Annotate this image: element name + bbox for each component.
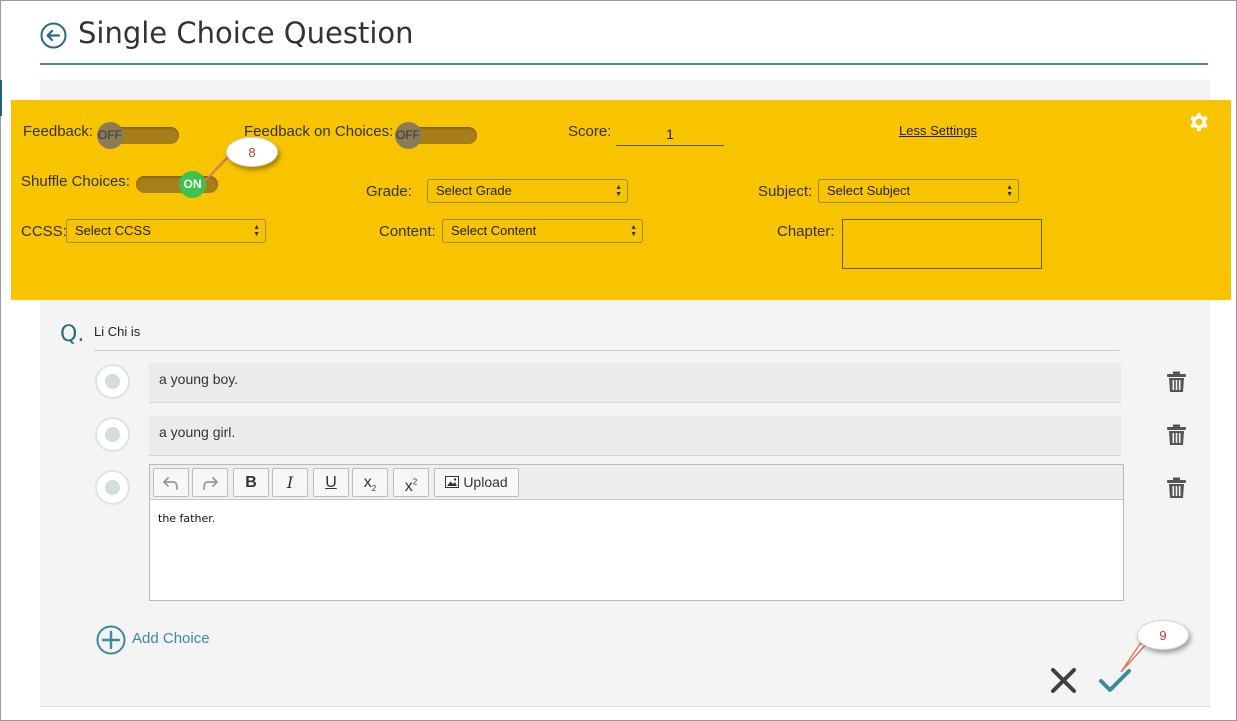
bold-button[interactable]: B — [233, 468, 269, 497]
content-select[interactable]: Select Content ▲ ▼ — [442, 219, 643, 243]
superscript-icon: x2 — [404, 478, 418, 496]
italic-button[interactable]: I — [272, 468, 308, 497]
choice-radio-2[interactable] — [95, 417, 130, 452]
ccss-select[interactable]: Select CCSS ▲ ▼ — [66, 219, 266, 243]
upload-label: Upload — [463, 474, 508, 490]
ccss-label: CCSS: — [21, 223, 67, 240]
choice-label-2: a young girl. — [159, 424, 236, 440]
image-icon — [445, 476, 460, 488]
trash-icon[interactable] — [1166, 371, 1187, 393]
less-settings-link[interactable]: Less Settings — [899, 123, 977, 138]
trash-icon[interactable] — [1166, 424, 1187, 446]
choice-radio-1[interactable] — [95, 364, 130, 399]
feedback-toggle[interactable]: OFF — [97, 122, 179, 149]
underline-button[interactable]: U — [313, 468, 349, 497]
redo-button[interactable] — [192, 468, 228, 497]
subscript-icon: x2 — [363, 474, 377, 494]
choice-text-1[interactable]: a young boy. — [149, 363, 1121, 403]
score-input[interactable] — [616, 122, 724, 146]
bold-icon: B — [245, 474, 257, 491]
grade-label: Grade: — [366, 183, 412, 200]
updown-arrows-icon: ▲ ▼ — [1006, 184, 1013, 198]
question-marker: Q. — [60, 322, 85, 347]
chapter-label: Chapter: — [777, 223, 835, 240]
question-divider — [94, 350, 1119, 351]
choice-label-1: a young boy. — [159, 371, 239, 387]
undo-button[interactable] — [153, 468, 189, 497]
undo-icon — [163, 477, 178, 490]
feedback-on-choices-toggle-state: OFF — [395, 122, 422, 149]
feedback-on-choices-label: Feedback on Choices: — [244, 123, 394, 140]
plus-circle-icon[interactable] — [96, 625, 126, 655]
feedback-on-choices-toggle[interactable]: OFF — [395, 122, 477, 149]
question-text[interactable]: Li Chi is — [94, 324, 140, 339]
content-label: Content: — [379, 223, 436, 240]
chapter-input[interactable] — [842, 219, 1042, 269]
editor-text[interactable]: the father. — [158, 512, 215, 525]
choice-text-2[interactable]: a young girl. — [149, 416, 1121, 456]
shuffle-choices-label: Shuffle Choices: — [21, 173, 130, 190]
updown-arrows-icon: ▲ ▼ — [253, 224, 260, 238]
upload-button[interactable]: Upload — [434, 468, 519, 497]
choice-radio-3[interactable] — [95, 470, 130, 505]
add-choice-button[interactable]: Add Choice — [132, 630, 210, 647]
underline-icon: U — [325, 474, 337, 491]
subject-label: Subject: — [758, 183, 813, 200]
callout-badge-8: 8 — [226, 137, 278, 167]
page-title: Single Choice Question — [78, 16, 414, 50]
back-arrow-icon[interactable] — [40, 22, 67, 49]
grade-select[interactable]: Select Grade ▲ ▼ — [427, 179, 628, 203]
editor-toolbar: B I U x2 x2 Upload — [150, 465, 1123, 500]
title-divider — [40, 63, 1208, 65]
subject-select[interactable]: Select Subject ▲ ▼ — [818, 179, 1019, 203]
callout-badge-9: 9 — [1137, 620, 1189, 650]
ccss-select-value: Select CCSS — [75, 223, 151, 238]
redo-icon — [203, 477, 218, 490]
content-select-value: Select Content — [451, 223, 537, 238]
feedback-label: Feedback: — [23, 123, 94, 140]
bottom-divider — [40, 706, 1210, 707]
updown-arrows-icon: ▲ ▼ — [630, 224, 637, 238]
trash-icon[interactable] — [1166, 477, 1187, 499]
close-icon[interactable] — [1050, 667, 1077, 694]
feedback-toggle-state: OFF — [97, 122, 124, 149]
gear-icon[interactable] — [1187, 110, 1211, 134]
score-label: Score: — [568, 123, 612, 140]
grade-select-value: Select Grade — [436, 183, 512, 198]
subject-select-value: Select Subject — [827, 183, 911, 198]
choice-editor: B I U x2 x2 Upload the father. — [149, 464, 1124, 601]
updown-arrows-icon: ▲ ▼ — [615, 184, 622, 198]
settings-panel: Feedback: OFF Feedback on Choices: OFF S… — [11, 100, 1231, 300]
italic-icon: I — [286, 473, 294, 492]
superscript-button[interactable]: x2 — [393, 468, 429, 497]
left-edge-marker — [0, 80, 2, 116]
subscript-button[interactable]: x2 — [352, 468, 388, 497]
